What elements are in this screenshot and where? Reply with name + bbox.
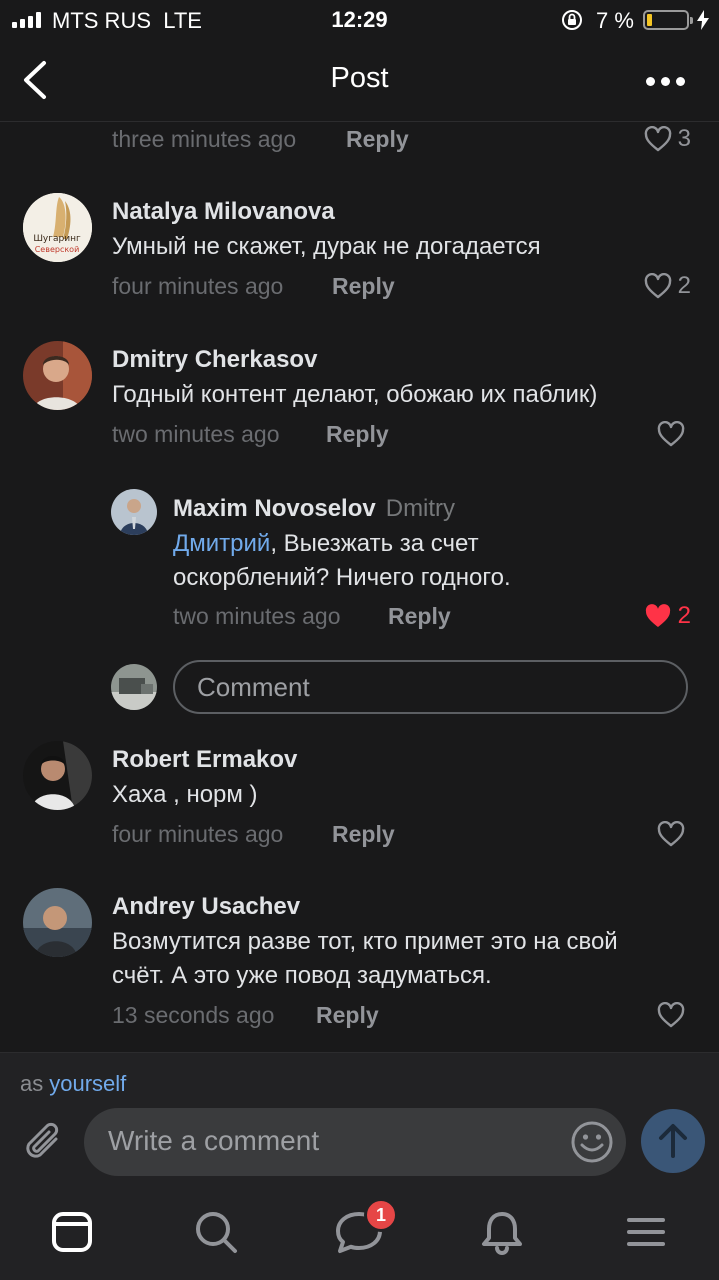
reply-button[interactable]: Reply — [332, 273, 395, 300]
news-feed-icon — [52, 1212, 92, 1252]
bell-icon — [482, 1212, 522, 1255]
avatar[interactable] — [23, 741, 92, 810]
thread-comment-input[interactable]: Comment — [173, 660, 688, 714]
like-button[interactable] — [657, 1000, 691, 1030]
comment-item: Robert Ermakov Хаха , норм ) four minute… — [0, 741, 719, 851]
post-as-label: as — [20, 1071, 44, 1096]
like-button[interactable]: 2 — [644, 271, 691, 301]
avatar-image — [23, 341, 92, 410]
comment-item: three minutes ago Reply 3 — [0, 123, 719, 163]
comment-text: Годный контент делают, обожаю их паблик) — [112, 381, 598, 408]
reply-button[interactable]: Reply — [388, 603, 451, 630]
status-bar: MTS RUS LTE 12:29 7 % — [0, 0, 719, 40]
more-options-icon[interactable] — [640, 66, 690, 96]
attachment-icon[interactable] — [20, 1119, 66, 1165]
comment-item: Dmitry Cherkasov Годный контент делают, … — [0, 341, 719, 451]
post-screen: MTS RUS LTE 12:29 7 % Post three minutes… — [0, 0, 719, 1280]
post-as-selector: as yourself — [20, 1071, 126, 1097]
comment-time: three minutes ago — [112, 126, 297, 152]
comment-item: Шугаринг Северской Natalya Milovanova Ум… — [0, 193, 719, 303]
charging-bolt-icon — [697, 10, 709, 30]
comment-author[interactable]: Andrey Usachev — [112, 893, 300, 921]
avatar-image — [111, 664, 157, 710]
heart-filled-icon — [645, 604, 670, 627]
avatar[interactable]: Шугаринг Северской — [23, 193, 92, 262]
avatar-image — [111, 489, 157, 535]
arrow-up-icon — [659, 1124, 687, 1158]
comment-composer: as yourself Write a comment — [0, 1052, 719, 1190]
comment-time: two minutes ago — [112, 421, 280, 447]
current-user-avatar — [111, 664, 157, 710]
post-as-identity[interactable]: yourself — [49, 1071, 126, 1096]
messages-badge: 1 — [364, 1198, 398, 1232]
avatar[interactable] — [23, 888, 92, 957]
comment-item: Andrey Usachev Возмутится разве тот, кто… — [0, 888, 719, 1038]
comment-time: 13 seconds ago — [112, 1002, 275, 1028]
send-button[interactable] — [641, 1109, 705, 1173]
tab-menu[interactable] — [622, 1208, 672, 1258]
like-button[interactable] — [657, 419, 691, 449]
battery-percent: 7 % — [596, 8, 634, 33]
comments-list: three minutes ago Reply 3 Шугаринг Север… — [0, 123, 719, 1051]
tab-bar: 1 — [0, 1190, 719, 1280]
avatar-image — [23, 741, 92, 810]
orientation-lock-icon — [562, 10, 582, 30]
reply-author[interactable]: Maxim Novoselov — [173, 495, 376, 522]
svg-text:Северской: Северской — [35, 245, 80, 254]
like-button[interactable]: 2 — [644, 601, 691, 631]
reply-to-name[interactable]: Dmitry — [386, 495, 455, 522]
comment-author: Maxim Novoselov Dmitry — [173, 495, 455, 523]
heart-outline-icon — [657, 1002, 685, 1028]
reply-button[interactable]: Reply — [326, 421, 389, 448]
comment-author[interactable]: Natalya Milovanova — [112, 198, 335, 226]
nav-header: Post — [0, 40, 719, 122]
avatar-image — [23, 888, 92, 957]
comment-text: Хаха , норм ) — [112, 781, 258, 808]
comment-author[interactable]: Dmitry Cherkasov — [112, 346, 317, 374]
comment-text: Возмутится разве тот, кто примет это на … — [112, 928, 618, 989]
comment-time: four minutes ago — [112, 821, 284, 847]
like-button[interactable]: 3 — [644, 124, 691, 154]
heart-outline-icon — [657, 421, 685, 447]
search-icon — [196, 1212, 237, 1253]
mention-link[interactable]: Дмитрий — [173, 530, 270, 557]
tab-news-feed[interactable] — [48, 1208, 98, 1258]
comment-input[interactable]: Write a comment — [84, 1108, 626, 1176]
heart-outline-icon — [644, 273, 671, 299]
page-title: Post — [330, 62, 389, 94]
avatar[interactable] — [23, 341, 92, 410]
avatar-image: Шугаринг Северской — [23, 193, 92, 262]
like-button[interactable] — [657, 819, 691, 849]
comment-author[interactable]: Robert Ermakov — [112, 746, 297, 774]
reply-button[interactable]: Reply — [316, 1002, 379, 1029]
tab-search[interactable] — [192, 1208, 242, 1258]
heart-outline-icon — [644, 126, 671, 152]
like-count: 3 — [677, 125, 691, 152]
comment-time: four minutes ago — [112, 273, 284, 299]
battery-icon — [643, 10, 693, 30]
emoji-icon[interactable] — [570, 1120, 614, 1164]
like-count: 2 — [677, 272, 691, 299]
svg-text:Шугаринг: Шугаринг — [33, 234, 81, 244]
reply-button[interactable]: Reply — [346, 126, 409, 153]
hamburger-menu-icon — [627, 1218, 665, 1246]
comment-time: two minutes ago — [173, 603, 341, 629]
avatar[interactable] — [111, 489, 157, 535]
reply-button[interactable]: Reply — [332, 821, 395, 848]
comment-text: Дмитрий, Выезжать за счет оскорблений? Н… — [173, 527, 593, 595]
like-count: 2 — [677, 602, 691, 629]
thread-reply-item: Maxim Novoselov Dmitry Дмитрий, Выезжать … — [0, 489, 719, 629]
heart-outline-icon — [657, 821, 685, 847]
comment-text: Умный не скажет, дурак не догадается — [112, 233, 541, 260]
tab-notifications[interactable] — [478, 1208, 528, 1258]
